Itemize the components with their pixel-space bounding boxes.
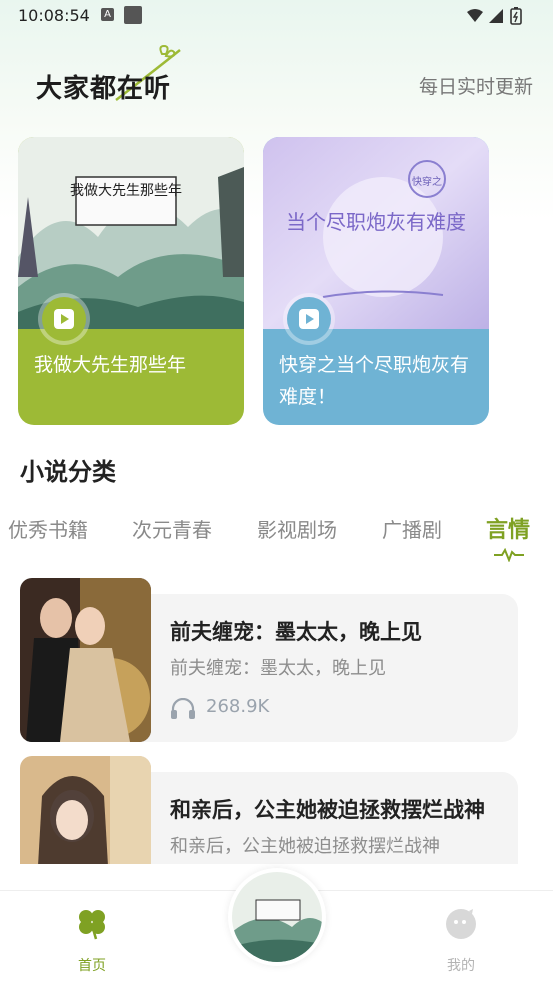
tab-youxiu[interactable]: 优秀书籍 xyxy=(8,514,88,543)
nav-home-label: 首页 xyxy=(78,958,106,974)
book-desc: 和亲后，公主她被迫拯救摆烂战神 xyxy=(170,836,440,857)
status-icons xyxy=(467,7,522,25)
list-item[interactable]: 前夫缠宠：墨太太，晚上见 前夫缠宠：墨太太，晚上见 268.9K xyxy=(20,578,518,742)
category-tabs: 优秀书籍 次元青春 影视剧场 广播剧 言情 xyxy=(0,514,553,558)
tab-yanqing[interactable]: 言情 xyxy=(486,512,530,544)
book-cover-2 xyxy=(20,756,151,864)
profile-face-icon xyxy=(446,909,476,939)
notification-a-icon: A xyxy=(101,8,114,21)
featured-title-2: 快穿之当个尽职炮灰有难度！ xyxy=(279,354,470,408)
status-time: 10:08:54 xyxy=(18,6,90,25)
now-playing-cover xyxy=(232,872,322,962)
cover-text-2: 当个尽职炮灰有难度 xyxy=(286,210,466,234)
featured-title-1: 我做大先生那些年 xyxy=(34,354,187,376)
cover-text-1: 我做大先生那些年 xyxy=(70,183,182,199)
status-bar: 10:08:54 A xyxy=(0,0,553,32)
tab-yingshi[interactable]: 影视剧场 xyxy=(257,514,337,543)
book-title: 和亲后，公主她被迫拯救摆烂战神 xyxy=(170,798,485,822)
page-title: 大家都在听 xyxy=(36,74,172,104)
featured-card-2[interactable]: 快穿之 当个尽职炮灰有难度 快穿之当个尽职炮灰有难度！ xyxy=(263,137,489,425)
tab-ciyuan[interactable]: 次元青春 xyxy=(132,514,212,543)
clover-icon xyxy=(79,910,105,940)
play-button-2[interactable] xyxy=(287,297,331,341)
nav-mine-label: 我的 xyxy=(447,958,475,974)
now-playing-disc[interactable] xyxy=(228,868,326,966)
list-item[interactable]: 和亲后，公主她被迫拯救摆烂战神 和亲后，公主她被迫拯救摆烂战神 xyxy=(20,756,518,864)
section-title: 小说分类 xyxy=(20,458,116,486)
book-desc: 前夫缠宠：墨太太，晚上见 xyxy=(170,658,386,679)
book-title: 前夫缠宠：墨太太，晚上见 xyxy=(170,620,422,644)
play-icon xyxy=(299,309,319,329)
cover-badge-2: 快穿之 xyxy=(412,175,442,188)
page-subtitle: 每日实时更新 xyxy=(418,76,533,98)
play-icon xyxy=(54,309,74,329)
notification-square-icon xyxy=(124,6,142,24)
book-cover-1 xyxy=(20,578,151,742)
play-button-1[interactable] xyxy=(42,297,86,341)
active-tab-wave-icon xyxy=(494,548,524,562)
wifi-icon xyxy=(467,9,483,22)
tab-guangboju[interactable]: 广播剧 xyxy=(382,514,442,543)
featured-card-1[interactable]: 我做大先生那些年 我做大先生那些年 xyxy=(18,137,244,425)
headphones-icon xyxy=(171,698,195,719)
book-list: 前夫缠宠：墨太太，晚上见 前夫缠宠：墨太太，晚上见 268.9K 和亲后，公主她… xyxy=(0,570,553,864)
play-count: 268.9K xyxy=(206,696,270,717)
signal-icon xyxy=(489,9,503,23)
